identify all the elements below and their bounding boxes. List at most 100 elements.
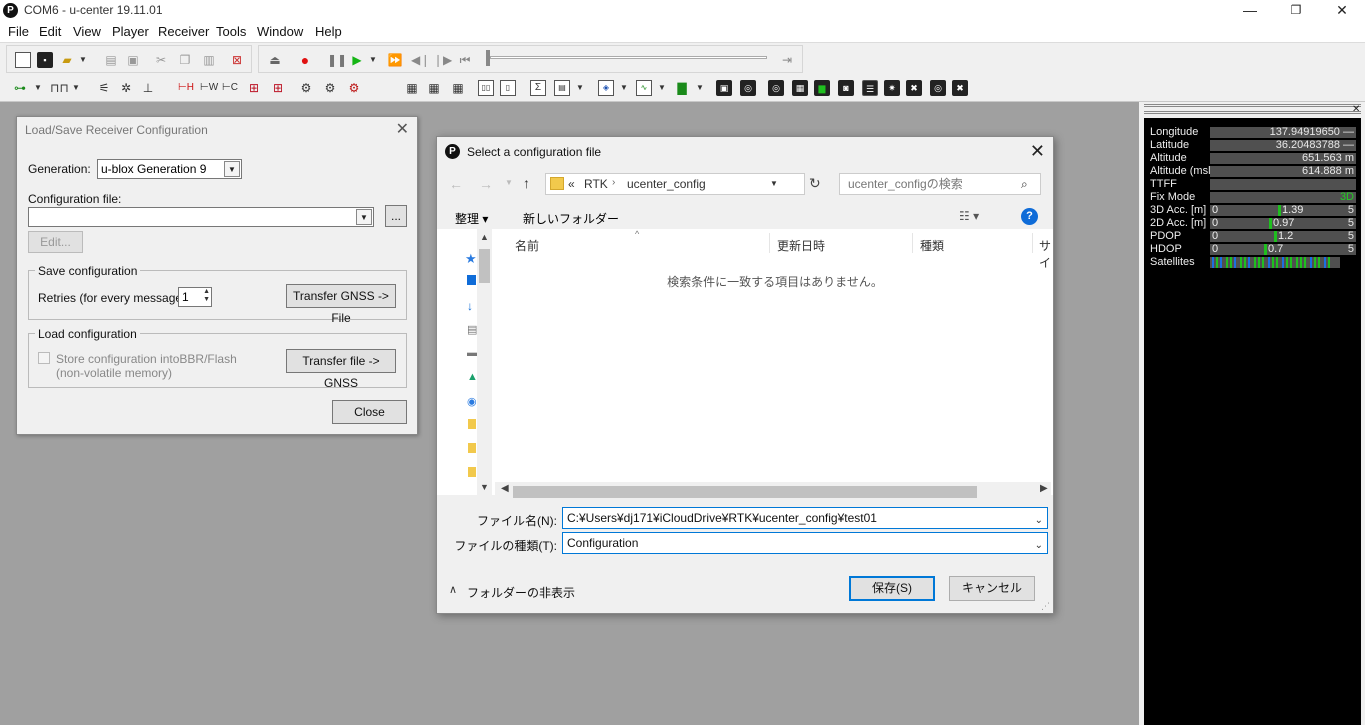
- edit-button[interactable]: Edit...: [28, 231, 83, 253]
- breadcrumb-overflow[interactable]: «: [568, 177, 575, 191]
- column-name[interactable]: 名前: [515, 237, 539, 254]
- cut-icon[interactable]: ✂: [153, 52, 169, 68]
- statistics-icon[interactable]: Σ: [530, 80, 546, 96]
- go-end-icon[interactable]: ⇥: [779, 52, 795, 68]
- help-icon[interactable]: ?: [1021, 208, 1038, 225]
- menu-window[interactable]: Window: [257, 24, 303, 39]
- recent-dropdown-icon[interactable]: ▼: [505, 178, 513, 187]
- satellite-icon[interactable]: ✷: [884, 80, 900, 96]
- player-slider-track[interactable]: [490, 56, 767, 59]
- chart-dropdown-icon[interactable]: ▼: [658, 80, 666, 96]
- store-bbr-checkbox[interactable]: [38, 352, 50, 364]
- new-folder-button[interactable]: 新しいフォルダー: [523, 210, 619, 227]
- column-modified[interactable]: 更新日時: [777, 237, 825, 254]
- baudrate-icon[interactable]: ⊓⊓: [50, 80, 69, 96]
- panel-close-icon[interactable]: ✕: [1352, 104, 1360, 115]
- data-view-icon[interactable]: ▦: [792, 80, 808, 96]
- search-input[interactable]: ucenter_configの検索: [839, 173, 1041, 195]
- menu-tools[interactable]: Tools: [216, 24, 246, 39]
- desktop-icon[interactable]: [467, 275, 476, 285]
- connection-icon[interactable]: ⊶: [12, 80, 28, 96]
- table-view-icon[interactable]: ▤: [554, 80, 570, 96]
- rewind-start-icon[interactable]: ⏮: [457, 52, 473, 68]
- dialog-close-icon[interactable]: ✕: [396, 119, 409, 139]
- scroll-up-icon[interactable]: ▲: [480, 232, 489, 242]
- breadcrumb-rtk[interactable]: RTK: [584, 177, 608, 191]
- print-preview-icon[interactable]: ▣: [125, 52, 141, 68]
- view-options-icon[interactable]: ☷ ▾: [959, 209, 979, 223]
- back-arrow-icon[interactable]: ←: [449, 176, 463, 192]
- histogram-icon[interactable]: ▇: [674, 80, 690, 96]
- msg-add-icon[interactable]: ⊞: [246, 80, 262, 96]
- chevron-down-icon[interactable]: ⌄: [1035, 536, 1043, 556]
- cross-view-icon[interactable]: ✖: [906, 80, 922, 96]
- connection-dropdown-icon[interactable]: ▼: [34, 80, 42, 96]
- maximize-button[interactable]: ❐: [1273, 0, 1319, 22]
- pause-icon[interactable]: ❚❚: [327, 52, 347, 68]
- docs-alt-icon[interactable]: ▦: [426, 80, 442, 96]
- generation-select[interactable]: u-blox Generation 9 ▼: [97, 159, 242, 179]
- spinner-arrows-icon[interactable]: ▲ ▼: [203, 288, 210, 304]
- signal-view-icon[interactable]: ▆: [814, 80, 830, 96]
- print-icon[interactable]: ▤: [103, 52, 119, 68]
- filename-input[interactable]: C:¥Users¥dj171¥iCloudDrive¥RTK¥ucenter_c…: [562, 507, 1048, 529]
- record-icon[interactable]: ●: [297, 52, 313, 68]
- chart-view-icon[interactable]: ∿: [636, 80, 652, 96]
- docs-export-icon[interactable]: ▦: [450, 80, 466, 96]
- browse-button[interactable]: ...: [385, 205, 407, 227]
- gear-red-icon[interactable]: ⚙: [346, 80, 362, 96]
- file-dialog-close-icon[interactable]: ✕: [1030, 141, 1045, 162]
- menu-view[interactable]: View: [73, 24, 101, 39]
- column-size[interactable]: サイ: [1039, 237, 1053, 271]
- map-view-icon[interactable]: ◈: [598, 80, 614, 96]
- close-window-button[interactable]: ✕: [1319, 0, 1365, 22]
- forward-arrow-icon[interactable]: →: [479, 176, 493, 192]
- folder-icon[interactable]: [468, 443, 476, 453]
- organize-button[interactable]: 整理 ▾: [455, 210, 488, 227]
- deviation-icon[interactable]: ✖: [952, 80, 968, 96]
- view-panel-icon[interactable]: ▯: [500, 80, 516, 96]
- map-dropdown-icon[interactable]: ▼: [620, 80, 628, 96]
- menu-file[interactable]: File: [8, 24, 29, 39]
- open-dropdown-icon[interactable]: ▼: [79, 52, 87, 68]
- hide-folders-button[interactable]: フォルダーの非表示: [467, 584, 575, 601]
- save-icon[interactable]: ▪: [37, 52, 53, 68]
- table-dropdown-icon[interactable]: ▼: [576, 80, 584, 96]
- poll-icon[interactable]: ⊥: [140, 80, 156, 96]
- menu-edit[interactable]: Edit: [39, 24, 61, 39]
- warmstart-icon[interactable]: ⊢W: [200, 80, 218, 96]
- console-icon[interactable]: ▣: [716, 80, 732, 96]
- msg-remove-icon[interactable]: ⊞: [270, 80, 286, 96]
- step-back-icon[interactable]: ◀❘: [411, 52, 430, 68]
- file-list[interactable]: 名前 ^ 更新日時 種類 サイ 検索条件に一致する項目はありません。: [437, 229, 1053, 495]
- menu-player[interactable]: Player: [112, 24, 149, 39]
- filetype-select[interactable]: Configuration ⌄: [562, 532, 1048, 554]
- gauge-icon[interactable]: ◎: [930, 80, 946, 96]
- quick-access-icon[interactable]: ★: [465, 251, 477, 267]
- menu-receiver[interactable]: Receiver: [158, 24, 209, 39]
- open-folder-icon[interactable]: ▰: [59, 52, 75, 68]
- compass-icon[interactable]: ◎: [740, 80, 756, 96]
- copy-icon[interactable]: ❐: [177, 52, 193, 68]
- docs-icon[interactable]: ▦: [404, 80, 420, 96]
- breadcrumb-ucenter-config[interactable]: ucenter_config: [627, 177, 706, 191]
- clear-icon[interactable]: ⊠: [229, 52, 245, 68]
- panel-grip[interactable]: [1144, 104, 1361, 114]
- camera-icon[interactable]: ◙: [838, 80, 854, 96]
- close-button[interactable]: Close: [332, 400, 407, 424]
- save-button[interactable]: 保存(S): [849, 576, 935, 601]
- retries-spinner[interactable]: 1 ▲ ▼: [178, 287, 212, 307]
- play-dropdown-icon[interactable]: ▼: [369, 52, 377, 68]
- refresh-icon[interactable]: ↻: [809, 175, 821, 192]
- view-split-icon[interactable]: ▯▯: [478, 80, 494, 96]
- autobaud-wand-icon[interactable]: ⚟: [96, 80, 112, 96]
- hotstart-icon[interactable]: ⊢H: [178, 80, 194, 96]
- chevron-down-icon[interactable]: ⌄: [1035, 511, 1043, 531]
- chevron-down-icon[interactable]: ▼: [770, 179, 778, 188]
- new-file-icon[interactable]: [15, 52, 31, 68]
- play-icon[interactable]: ▶: [349, 52, 365, 68]
- coldstart-icon[interactable]: ⊢C: [222, 80, 238, 96]
- baudrate-dropdown-icon[interactable]: ▼: [72, 80, 80, 96]
- list-scrollbar-thumb[interactable]: [513, 486, 977, 498]
- chevron-up-icon[interactable]: ∧: [449, 583, 457, 596]
